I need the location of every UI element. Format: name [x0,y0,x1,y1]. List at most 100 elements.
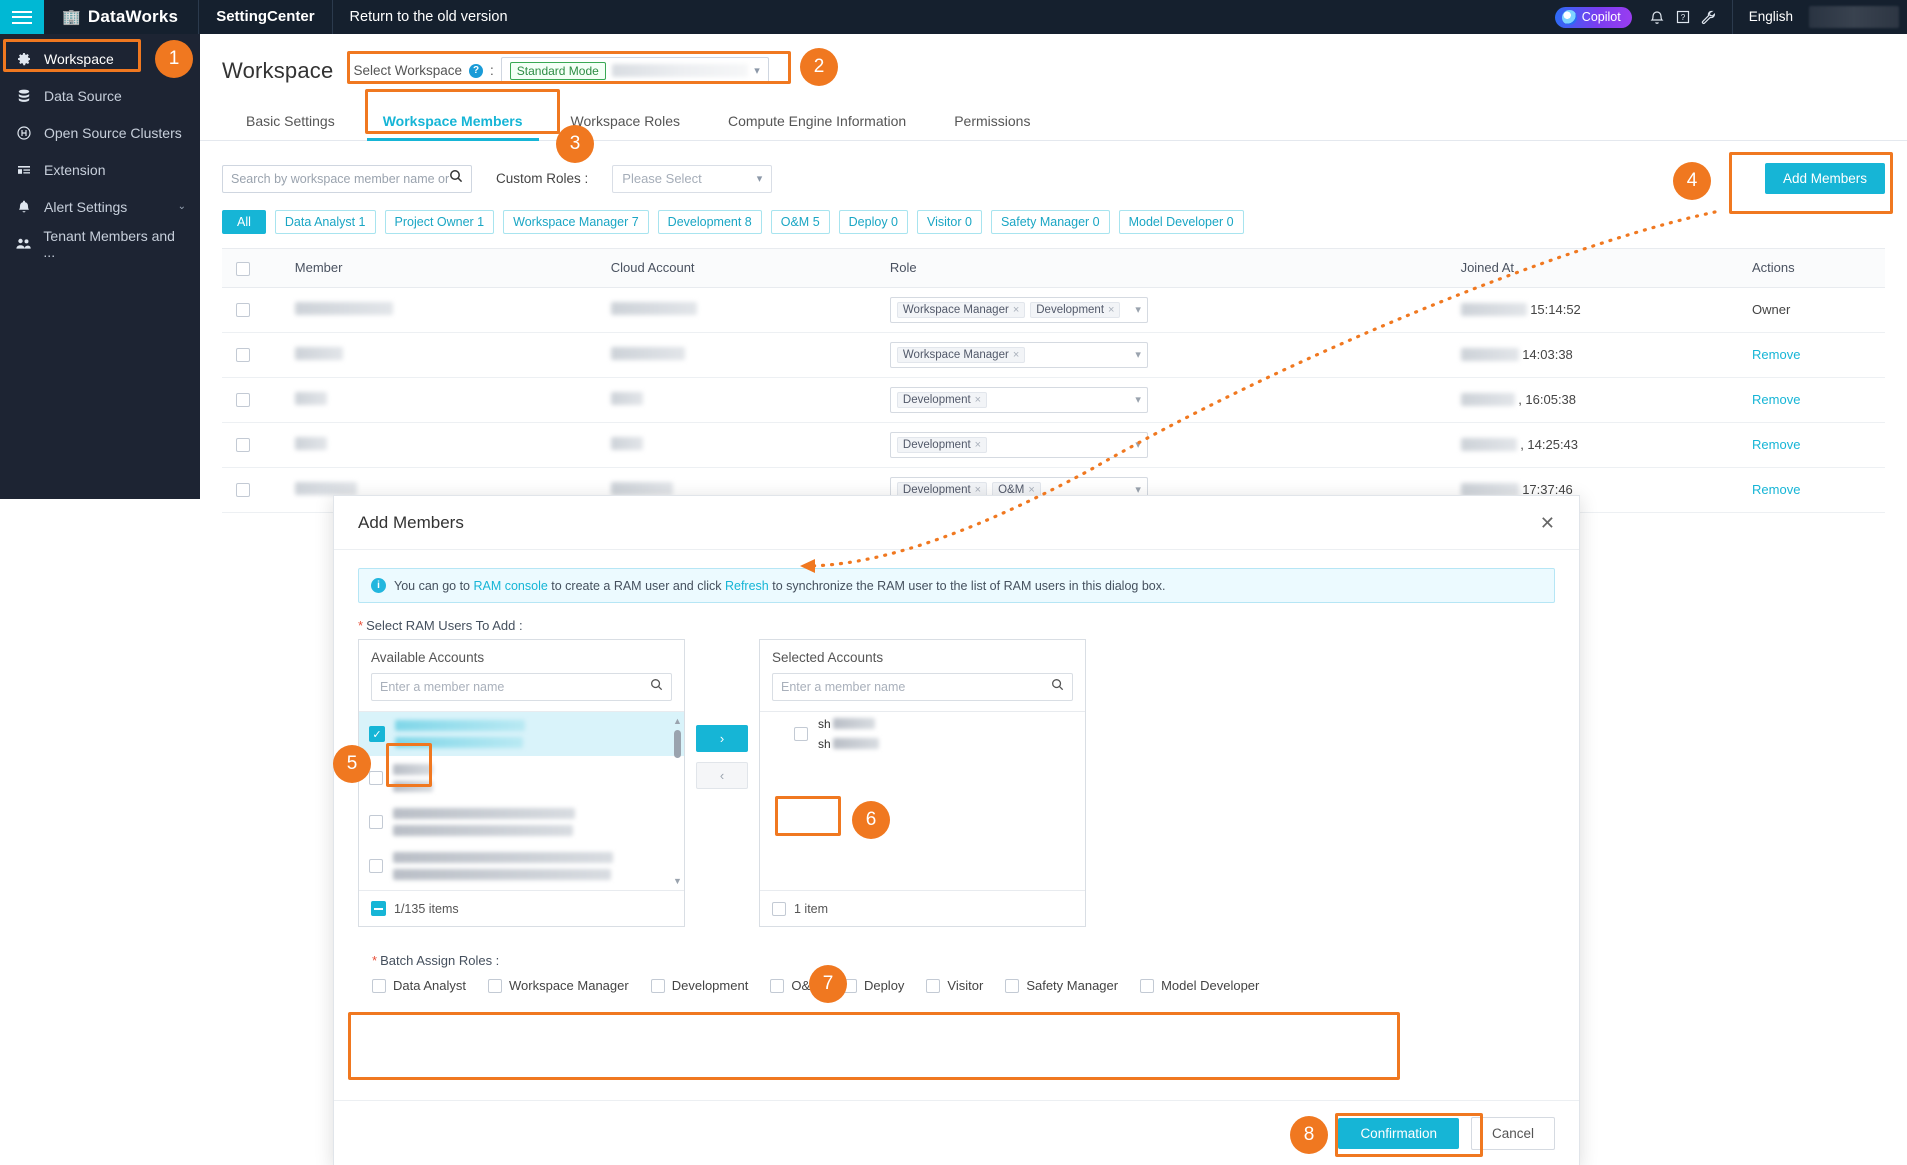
move-left-button[interactable]: ‹ [696,762,748,789]
batch-role-model-developer[interactable]: Model Developer [1140,978,1259,993]
batch-role-workspace-manager[interactable]: Workspace Manager [488,978,629,993]
remove-role-icon[interactable]: × [975,484,981,496]
chevron-down-icon[interactable]: ⌄ [178,201,186,212]
chip-development[interactable]: Development 8 [657,210,762,234]
role-tag[interactable]: Development × [896,436,988,453]
checkbox[interactable] [488,978,502,993]
tab-basic-settings[interactable]: Basic Settings [222,103,359,140]
nav-return-old-version[interactable]: Return to the old version [333,0,525,34]
move-right-button[interactable]: › [696,725,748,752]
remove-link[interactable]: Remove [1752,392,1800,407]
checkbox[interactable] [650,978,665,993]
selected-all-checkbox[interactable] [772,901,786,916]
available-accounts-list[interactable]: ✓ ▲ ▼ [359,711,684,890]
role-tag[interactable]: Development × [1030,301,1121,318]
sidebar-item-tenant-members[interactable]: Tenant Members and ... [0,225,200,262]
batch-role-deploy[interactable]: Deploy [842,978,904,993]
remove-role-icon[interactable]: × [975,394,981,406]
checkbox[interactable] [1005,978,1020,993]
sidebar-item-open-source-clusters[interactable]: Open Source Clusters [0,114,200,151]
role-tag[interactable]: Workspace Manager × [896,301,1026,318]
chip-safety-manager[interactable]: Safety Manager 0 [990,210,1110,234]
role-multiselect[interactable]: Development × ▾ [889,386,1148,413]
row-checkbox[interactable] [236,438,250,453]
search-icon[interactable] [449,169,463,188]
list-item[interactable]: ✓ [359,712,684,756]
item-checkbox[interactable] [369,859,383,873]
add-members-button[interactable]: Add Members [1764,163,1885,194]
chevron-down-icon[interactable]: ▾ [1135,393,1141,406]
member-search-box[interactable] [222,164,472,193]
chip-project-owner[interactable]: Project Owner 1 [384,210,495,234]
role-multiselect[interactable]: Workspace Manager × ▾ [889,341,1148,368]
tab-compute-engine-information[interactable]: Compute Engine Information [704,103,930,140]
chip-all[interactable]: All [222,210,266,234]
role-tag[interactable]: Development × [896,391,988,408]
chevron-down-icon[interactable]: ▾ [1135,348,1141,361]
role-tag[interactable]: Workspace Manager × [896,346,1026,363]
row-checkbox[interactable] [236,483,250,498]
item-checkbox[interactable] [369,771,383,785]
checkbox[interactable] [770,978,785,993]
remove-role-icon[interactable]: × [1028,484,1034,496]
chevron-down-icon[interactable]: ▾ [754,64,760,77]
list-item[interactable] [359,756,684,800]
chevron-down-icon[interactable]: ▾ [1135,438,1141,451]
remove-role-icon[interactable]: × [1013,304,1019,316]
remove-link[interactable]: Remove [1752,437,1800,452]
chip-om[interactable]: O&M 5 [770,210,830,234]
item-checkbox[interactable] [794,727,808,741]
chip-visitor[interactable]: Visitor 0 [917,210,982,234]
selected-accounts-list[interactable]: sh sh [760,711,1085,890]
nav-setting-center[interactable]: SettingCenter [199,0,331,34]
tab-permissions[interactable]: Permissions [930,103,1054,140]
help-icon[interactable]: ? [1670,0,1696,34]
available-search-input[interactable] [380,680,650,694]
list-item[interactable] [359,844,684,888]
ram-console-link[interactable]: RAM console [473,579,547,593]
confirmation-button[interactable]: Confirmation [1338,1118,1459,1149]
checkbox[interactable] [1140,978,1155,993]
list-item[interactable]: sh sh [760,712,1085,756]
remove-role-icon[interactable]: × [1013,349,1019,361]
item-checkbox[interactable] [369,815,383,829]
batch-role-data-analyst[interactable]: Data Analyst [372,978,466,993]
cancel-button[interactable]: Cancel [1470,1117,1555,1150]
scroll-thumb[interactable] [674,730,681,758]
search-icon[interactable] [650,678,663,696]
close-icon[interactable]: ✕ [1540,514,1555,532]
avatar[interactable] [1809,6,1899,28]
row-checkbox[interactable] [236,303,250,318]
chevron-down-icon[interactable]: ▾ [1135,303,1141,316]
selected-search-box[interactable] [772,673,1073,701]
workspace-dropdown[interactable]: Standard Mode ▾ [500,57,769,84]
row-checkbox[interactable] [236,348,250,363]
sidebar-item-alert-settings[interactable]: Alert Settings ⌄ [0,188,200,225]
sidebar-item-extension[interactable]: Extension [0,151,200,188]
copilot-button[interactable]: Copilot [1554,6,1632,28]
wrench-icon[interactable] [1696,0,1722,34]
refresh-link[interactable]: Refresh [725,579,769,593]
remove-role-icon[interactable]: × [975,439,981,451]
role-multiselect[interactable]: Workspace Manager × Development × ▾ [889,296,1148,323]
help-circle-icon[interactable]: ? [469,63,483,78]
scroll-down-icon[interactable]: ▼ [673,876,682,886]
partial-select-checkbox[interactable] [371,901,386,916]
chip-workspace-manager[interactable]: Workspace Manager 7 [503,210,649,234]
remove-role-icon[interactable]: × [1108,304,1114,316]
checkbox[interactable] [926,978,941,993]
checkbox[interactable] [372,978,386,993]
search-input[interactable] [231,171,449,186]
available-search-box[interactable] [371,673,672,701]
hamburger-menu-icon[interactable] [0,0,44,34]
language-selector[interactable]: English [1731,0,1809,34]
sidebar-item-data-source[interactable]: Data Source [0,77,200,114]
chip-data-analyst[interactable]: Data Analyst 1 [274,210,376,234]
chip-deploy[interactable]: Deploy 0 [838,210,908,234]
role-multiselect[interactable]: Development × ▾ [889,431,1148,458]
chip-model-developer[interactable]: Model Developer 0 [1118,210,1244,234]
brand-logo[interactable]: 🏢 DataWorks [44,7,198,27]
bell-icon[interactable] [1644,0,1670,34]
batch-role-development[interactable]: Development [650,978,748,993]
batch-role-safety-manager[interactable]: Safety Manager [1005,978,1118,993]
